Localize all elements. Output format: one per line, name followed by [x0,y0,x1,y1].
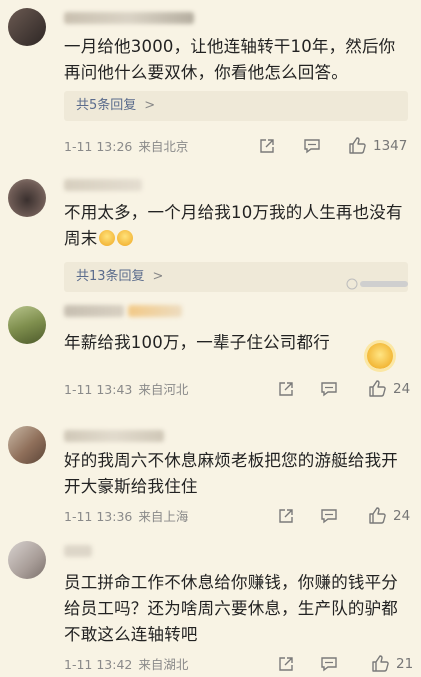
comment-time: 1-11 13:43 [64,382,133,397]
comment-item: 年薪给我100万，一辈子住公司都行 1-11 13:43 来自河北 24 [0,300,421,420]
comment-location: 来自北京 [138,139,189,154]
comment-location: 来自湖北 [138,657,189,672]
avatar[interactable] [8,8,46,46]
comment-icon [321,382,337,397]
share-button[interactable] [277,380,295,398]
share-button[interactable] [277,655,295,673]
chevron-right-icon: > [152,269,164,284]
share-button[interactable] [277,507,295,525]
reply-count-button[interactable]: 共5条回复 > [64,91,408,121]
avatar[interactable] [8,179,46,217]
share-icon [260,139,274,153]
comment-location: 来自上海 [138,509,189,524]
username-blurred[interactable] [64,305,124,317]
like-button[interactable]: 21 [371,654,413,673]
like-count: 24 [393,507,411,524]
like-button[interactable]: 24 [368,379,410,398]
comment-time: 1-11 13:26 [64,139,133,154]
reply-count-label: 共13条回复 [76,269,145,284]
like-count: 1347 [373,137,408,154]
comment-icon [321,509,337,524]
user-badge-blurred [128,305,182,317]
share-icon [279,382,293,396]
watermark [346,278,410,293]
comment-button[interactable] [320,380,338,398]
comment-time: 1-11 13:42 [64,657,133,672]
comment-text: 员工拼命工作不休息给你赚钱，你赚的钱平分给员工吗？还为啥周六要休息，生产队的驴都… [64,573,398,644]
comment-item: 员工拼命工作不休息给你赚钱，你赚的钱平分给员工吗？还为啥周六要休息，生产队的驴都… [0,535,421,677]
comment-item: 一月给他3000，让他连轴转干10年，然后你再问他什么要双休，你看他怎么回答。 … [0,0,421,165]
comment-text-content: 不用太多，一个月给我10万我的人生再也没有周末 [64,203,403,248]
emoji-icon [99,230,116,246]
comment-icon [321,657,337,672]
thumbs-up-icon [349,137,366,154]
avatar[interactable] [8,541,46,579]
comment-button[interactable] [320,507,338,525]
thumbs-up-icon [372,655,389,672]
comment-item: 好的我周六不休息麻烦老板把您的游艇给我开开大豪斯给我住住 1-11 13:36 来… [0,420,421,535]
avatar[interactable] [8,426,46,464]
thumbs-up-icon [369,380,386,397]
chevron-right-icon: > [144,98,156,113]
comment-time: 1-11 13:36 [64,509,133,524]
share-icon [279,657,293,671]
username-blurred[interactable] [64,430,164,442]
comment-item: 不用太多，一个月给我10万我的人生再也没有周末 共13条回复 > [0,165,421,300]
comment-text: 不用太多，一个月给我10万我的人生再也没有周末 [64,200,409,252]
comment-text: 年薪给我100万，一辈子住公司都行 [64,333,330,352]
comment-meta: 1-11 13:43 来自河北 [64,381,188,399]
comment-meta: 1-11 13:42 来自湖北 [64,656,188,674]
comment-button[interactable] [320,655,338,673]
username-blurred[interactable] [64,545,92,557]
username-blurred[interactable] [64,12,194,24]
avatar[interactable] [8,306,46,344]
like-button[interactable]: 1347 [348,136,407,155]
comment-meta: 1-11 13:26 来自北京 [64,138,188,156]
comment-icon [304,139,320,154]
thumbs-up-icon [369,507,386,524]
like-count: 24 [393,380,411,397]
comment-text: 好的我周六不休息麻烦老板把您的游艇给我开开大豪斯给我住住 [64,451,398,496]
comment-text: 一月给他3000，让他连轴转干10年，然后你再问他什么要双休，你看他怎么回答。 [64,37,396,82]
share-icon [279,509,293,523]
like-button[interactable]: 24 [368,506,410,525]
comment-button[interactable] [303,137,321,155]
like-count: 21 [396,655,414,672]
emoji-sticker [367,343,393,369]
reply-count-label: 共5条回复 [76,98,137,113]
comment-location: 来自河北 [138,382,189,397]
username-blurred[interactable] [64,179,142,191]
comment-meta: 1-11 13:36 来自上海 [64,508,188,526]
share-button[interactable] [258,137,276,155]
emoji-icon [117,230,134,246]
